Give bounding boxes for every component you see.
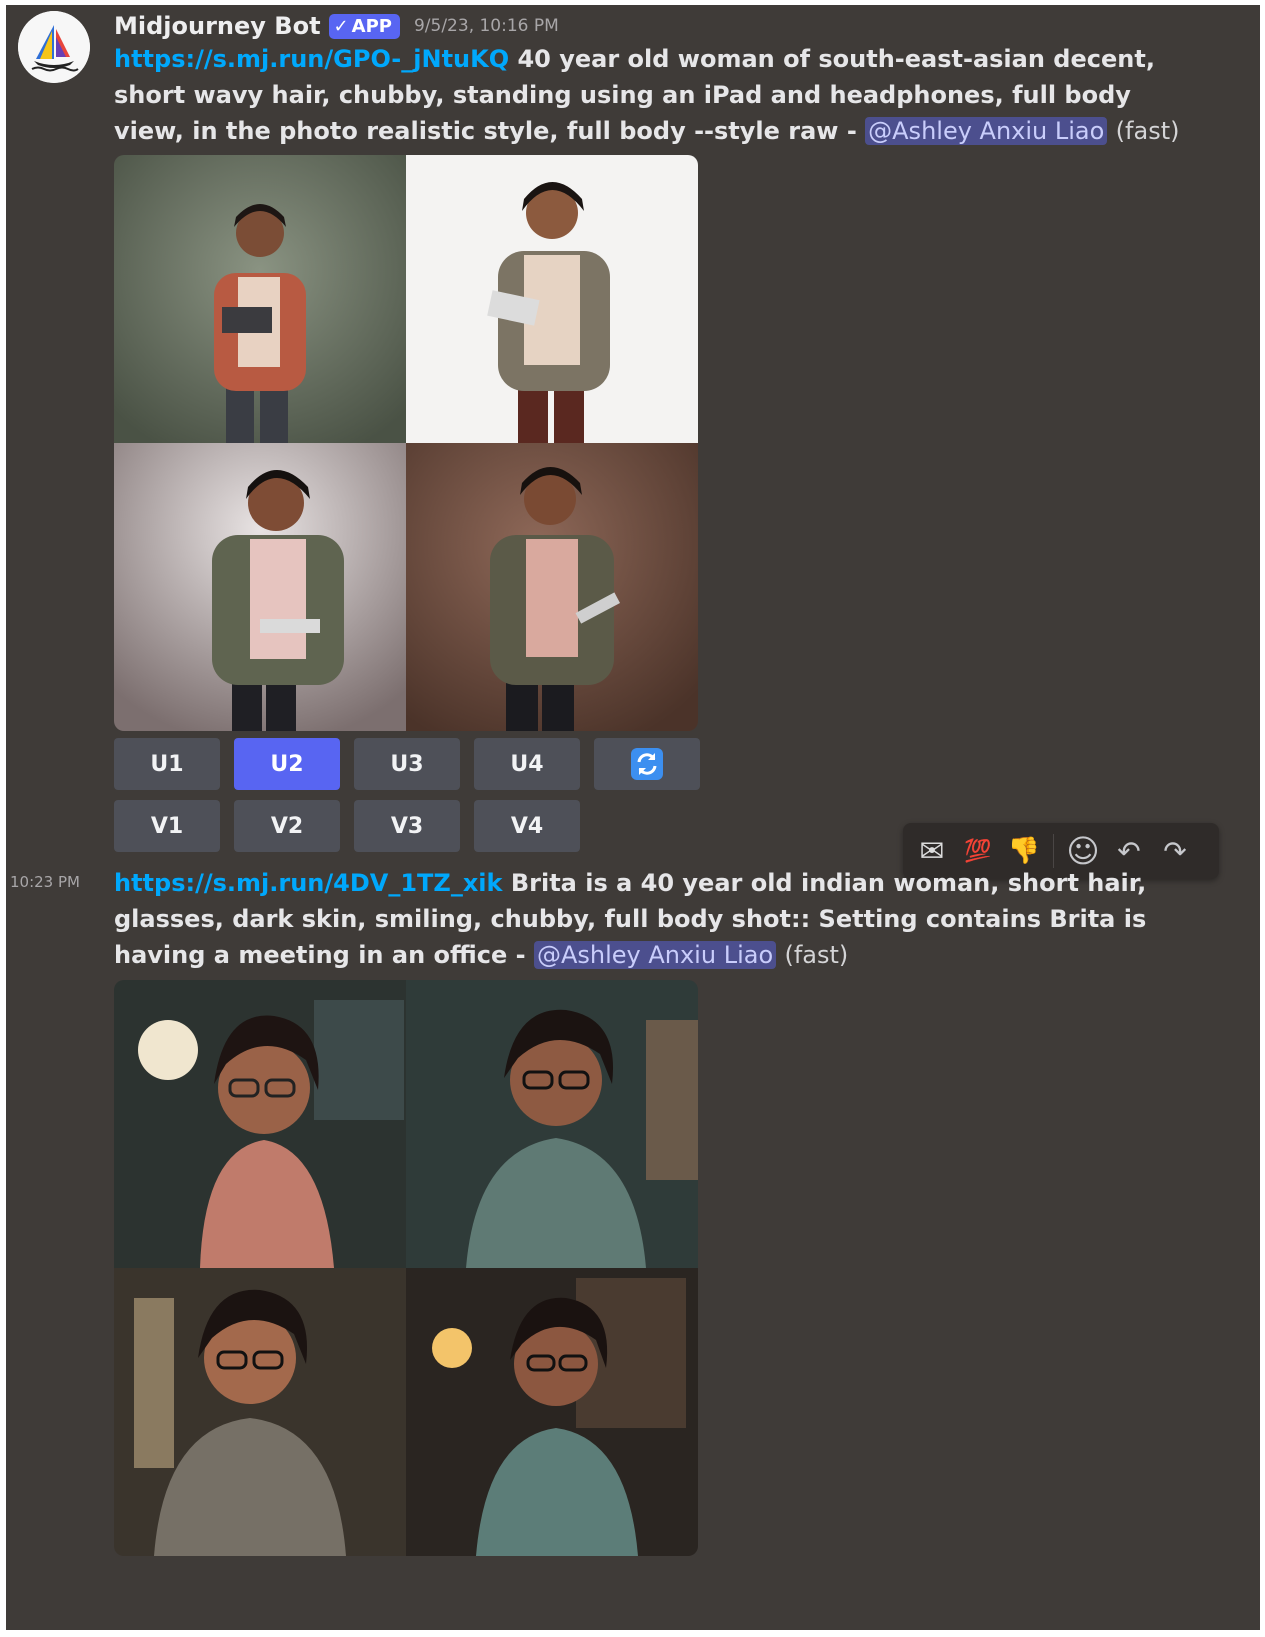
- message-timestamp: 9/5/23, 10:16 PM: [413, 16, 559, 36]
- prompt-link[interactable]: https://s.mj.run/4DV_1TZ_xik: [114, 869, 503, 897]
- u2-button[interactable]: U2: [234, 738, 340, 790]
- image-grid[interactable]: [114, 155, 698, 731]
- grid-image-1[interactable]: [114, 155, 406, 443]
- check-icon: ✓: [333, 15, 349, 37]
- u4-button[interactable]: U4: [474, 738, 580, 790]
- u1-button[interactable]: U1: [114, 738, 220, 790]
- grid-image-1[interactable]: [114, 980, 406, 1268]
- v3-button[interactable]: V3: [354, 800, 460, 852]
- app-badge: ✓ APP: [328, 13, 400, 39]
- grid-image-4[interactable]: [406, 1268, 698, 1556]
- u3-button[interactable]: U3: [354, 738, 460, 790]
- prompt-link[interactable]: https://s.mj.run/GPO-_jNtuKQ: [114, 45, 509, 73]
- grid-image-3[interactable]: [114, 443, 406, 731]
- image-grid[interactable]: [114, 980, 698, 1556]
- v2-button[interactable]: V2: [234, 800, 340, 852]
- bot-avatar[interactable]: [18, 11, 90, 83]
- author-name[interactable]: Midjourney Bot: [114, 12, 321, 40]
- user-mention[interactable]: @Ashley Anxiu Liao: [533, 941, 777, 969]
- chat-frame: Midjourney Bot ✓ APP 9/5/23, 10:16 PM ht…: [6, 5, 1260, 1630]
- grid-image-2[interactable]: [406, 980, 698, 1268]
- grid-image-3[interactable]: [114, 1268, 406, 1556]
- speed-label: (fast): [1115, 117, 1180, 145]
- message-side-timestamp: 10:23 PM: [10, 873, 80, 891]
- v4-button[interactable]: V4: [474, 800, 580, 852]
- v1-button[interactable]: V1: [114, 800, 220, 852]
- app-badge-label: APP: [351, 15, 392, 37]
- speed-label: (fast): [784, 941, 849, 969]
- toolbar-divider: [1053, 834, 1054, 868]
- grid-image-2[interactable]: [406, 155, 698, 443]
- grid-image-4[interactable]: [406, 443, 698, 731]
- message-header: Midjourney Bot ✓ APP 9/5/23, 10:16 PM: [114, 11, 559, 41]
- sailboat-logo-icon: [18, 11, 90, 83]
- message-content: https://s.mj.run/4DV_1TZ_xik Brita is a …: [114, 865, 1234, 973]
- reroll-icon: [631, 748, 663, 780]
- message-content: https://s.mj.run/GPO-_jNtuKQ 40 year old…: [114, 41, 1194, 149]
- reroll-button[interactable]: [594, 738, 700, 790]
- user-mention[interactable]: @Ashley Anxiu Liao: [865, 117, 1108, 145]
